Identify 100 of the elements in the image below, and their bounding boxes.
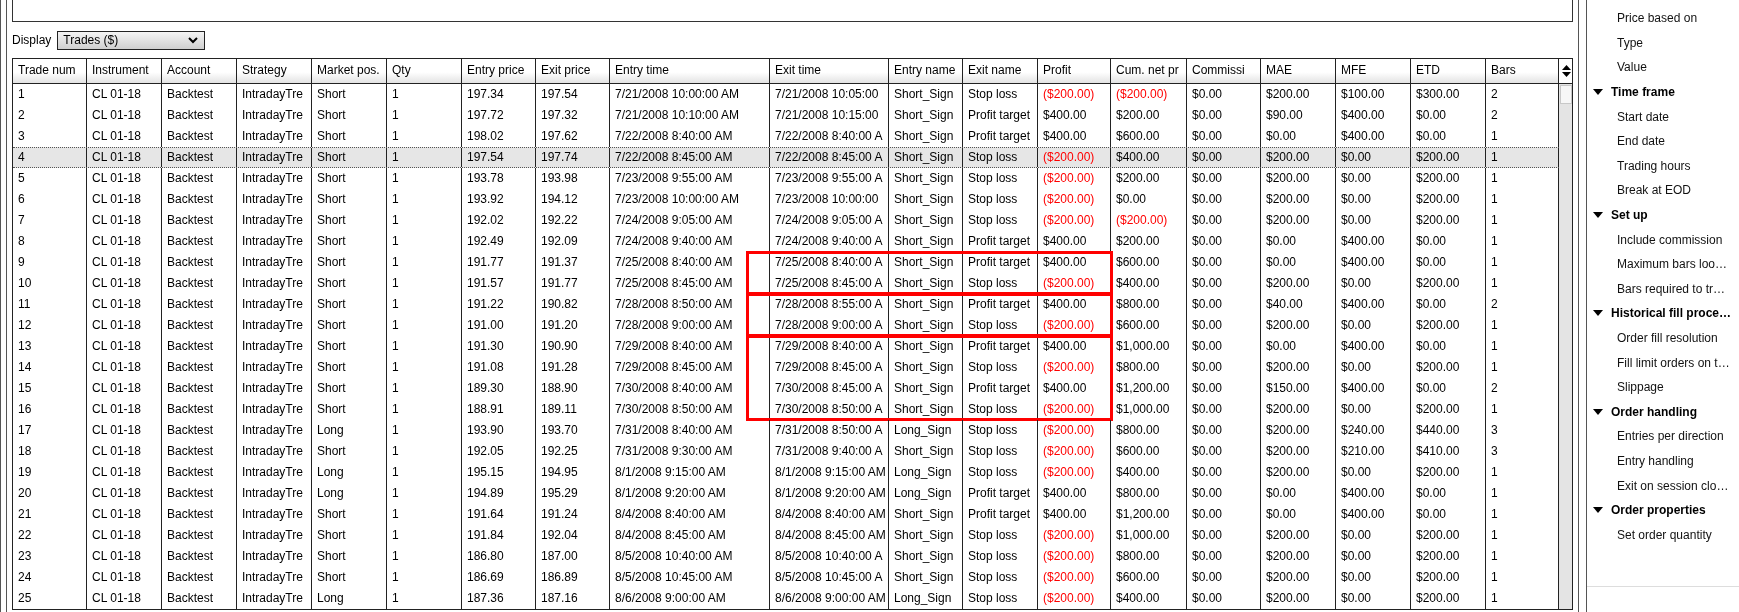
property-name[interactable]: Break at EOD <box>1617 183 1692 198</box>
table-row[interactable]: 10 CL 01-18 Backtest IntradayTre Short 1 191.57 191.77 7/25/2008 8:45:00 AM 7/25/2008 8:45:00 A Short_Sign Stop loss ($200.00) $400.00 $0.00 $200.00 $0.00 $200.00 1 <box>13 273 1559 294</box>
column-header[interactable]: Account <box>162 59 237 83</box>
column-header[interactable]: Market pos. <box>312 59 387 83</box>
table-cell: $0.00 <box>1411 504 1486 525</box>
table-cell: 7/23/2008 10:00:00 <box>770 189 889 210</box>
table-row[interactable]: 16 CL 01-18 Backtest IntradayTre Short 1 188.91 189.11 7/30/2008 8:50:00 AM 7/30/2008 8:50:00 A Short_Sign Stop loss ($200.00) $1,000.00 $0.00 $200.00 $0.00 $200.00 1 <box>13 399 1559 420</box>
table-cell: CL 01-18 <box>87 148 162 167</box>
category-name[interactable]: Time frame <box>1611 85 1675 100</box>
table-cell: 187.36 <box>462 588 536 609</box>
table-row[interactable]: 15 CL 01-18 Backtest IntradayTre Short 1 189.30 188.90 7/30/2008 8:40:00 AM 7/30/2008 8:45:00 A Short_Sign Profit target $400.00 $1,200.00 $0.00 $150.00 $400.00 $0.00 2 <box>13 378 1559 399</box>
expand-triangle-icon[interactable] <box>1593 507 1603 514</box>
table-row[interactable]: 20 CL 01-18 Backtest IntradayTre Long 1 194.89 195.29 8/1/2008 9:20:00 AM 8/1/2008 9:20:00 AM Long_Sign Profit target $400.00 $800.00 $0.00 $0.00 $400.00 $0.00 1 <box>13 483 1559 504</box>
expand-triangle-icon[interactable] <box>1593 310 1603 317</box>
table-cell: IntradayTre <box>237 441 312 462</box>
property-name[interactable]: Value <box>1617 60 1647 75</box>
table-row[interactable]: 11 CL 01-18 Backtest IntradayTre Short 1 191.22 190.82 7/28/2008 8:50:00 AM 7/28/2008 8:55:00 A Short_Sign Profit target $400.00 $800.00 $0.00 $40.00 $400.00 $0.00 2 <box>13 294 1559 315</box>
column-header[interactable]: Strategy <box>237 59 312 83</box>
expand-triangle-icon[interactable] <box>1593 408 1603 415</box>
table-row[interactable]: 24 CL 01-18 Backtest IntradayTre Short 1 186.69 186.89 8/5/2008 10:45:00 AM 8/5/2008 10:45:00 A Short_Sign Stop loss ($200.00) $600.00 $0.00 $200.00 $0.00 $200.00 1 <box>13 567 1559 588</box>
column-header[interactable]: MAE <box>1261 59 1336 83</box>
column-header[interactable]: Exit price <box>536 59 610 83</box>
property-name[interactable]: End date <box>1617 134 1666 149</box>
table-row[interactable]: 1 CL 01-18 Backtest IntradayTre Short 1 197.34 197.54 7/21/2008 10:00:00 AM 7/21/2008 10:05:00 Short_Sign Stop loss ($200.00) ($200.00) $0.00 $200.00 $100.00 $300.00 2 <box>13 84 1559 105</box>
table-cell: $400.00 <box>1336 483 1411 504</box>
property-name[interactable]: Price based on <box>1617 11 1698 26</box>
property-name[interactable]: Set order quantity <box>1617 527 1712 542</box>
table-cell: $800.00 <box>1111 420 1187 441</box>
table-row[interactable]: 12 CL 01-18 Backtest IntradayTre Short 1 191.00 191.20 7/28/2008 9:00:00 AM 7/28/2008 9:00:00 A Short_Sign Stop loss ($200.00) $600.00 $0.00 $200.00 $0.00 $200.00 1 <box>13 315 1559 336</box>
table-row[interactable]: 22 CL 01-18 Backtest IntradayTre Short 1 191.84 192.04 8/4/2008 8:45:00 AM 8/4/2008 8:45:00 AM Short_Sign Stop loss ($200.00) $1,000.00 $0.00 $200.00 $0.00 $200.00 1 <box>13 525 1559 546</box>
table-row[interactable]: 21 CL 01-18 Backtest IntradayTre Short 1 191.64 191.24 8/4/2008 8:40:00 AM 8/4/2008 8:40:00 AM Short_Sign Profit target $400.00 $1,200.00 $0.00 $0.00 $400.00 $0.00 1 <box>13 504 1559 525</box>
table-cell: 8/1/2008 9:20:00 AM <box>770 483 889 504</box>
scroll-down-icon[interactable] <box>1561 72 1571 77</box>
expand-triangle-icon[interactable] <box>1593 89 1603 96</box>
property-name[interactable]: Order fill resolution <box>1617 331 1718 345</box>
table-cell: Short_Sign <box>889 504 963 525</box>
column-header[interactable]: Exit time <box>770 59 889 83</box>
scroll-up-icon[interactable] <box>1561 65 1571 70</box>
column-header[interactable]: Entry name <box>889 59 963 83</box>
table-row[interactable]: 23 CL 01-18 Backtest IntradayTre Short 1 186.80 187.00 8/5/2008 10:40:00 AM 8/5/2008 10:40:00 A Short_Sign Stop loss ($200.00) $800.00 $0.00 $200.00 $0.00 $200.00 1 <box>13 546 1559 567</box>
column-header[interactable]: MFE <box>1336 59 1411 83</box>
table-row[interactable]: 8 CL 01-18 Backtest IntradayTre Short 1 192.49 192.09 7/24/2008 9:40:00 AM 7/24/2008 9:40:00 A Short_Sign Profit target $400.00 $200.00 $0.00 $0.00 $400.00 $0.00 1 <box>13 231 1559 252</box>
column-header[interactable]: Qty <box>387 59 462 83</box>
table-row[interactable]: 9 CL 01-18 Backtest IntradayTre Short 1 191.77 191.37 7/25/2008 8:40:00 AM 7/25/2008 8:40:00 A Short_Sign Profit target $400.00 $600.00 $0.00 $0.00 $400.00 $0.00 1 <box>13 252 1559 273</box>
category-name[interactable]: Set up <box>1611 208 1648 223</box>
text-area[interactable] <box>12 0 1573 22</box>
property-name[interactable]: Fill limit orders on t… <box>1617 355 1730 370</box>
table-row[interactable]: 14 CL 01-18 Backtest IntradayTre Short 1 191.08 191.28 7/29/2008 8:45:00 AM 7/29/2008 8:45:00 A Short_Sign Stop loss ($200.00) $800.00 $0.00 $200.00 $0.00 $200.00 1 <box>13 357 1559 378</box>
table-row[interactable]: 7 CL 01-18 Backtest IntradayTre Short 1 192.02 192.22 7/24/2008 9:05:00 AM 7/24/2008 9:05:00 A Short_Sign Stop loss ($200.00) ($200.00) $0.00 $200.00 $0.00 $200.00 1 <box>13 210 1559 231</box>
table-cell: $0.00 <box>1187 504 1261 525</box>
table-row[interactable]: 17 CL 01-18 Backtest IntradayTre Long 1 193.90 193.70 7/31/2008 8:40:00 AM 7/31/2008 8:50:00 A Long_Sign Stop loss ($200.00) $800.00 $0.00 $200.00 $240.00 $440.00 3 <box>13 420 1559 441</box>
category-name[interactable]: Order properties <box>1611 503 1706 518</box>
table-cell: Stop loss <box>963 462 1038 483</box>
column-header[interactable]: ETD <box>1411 59 1486 83</box>
table-cell: 5 <box>13 168 87 189</box>
table-row[interactable]: 5 CL 01-18 Backtest IntradayTre Short 1 193.78 193.98 7/23/2008 9:55:00 AM 7/23/2008 9:55:00 A Short_Sign Stop loss ($200.00) $200.00 $0.00 $200.00 $0.00 $200.00 1 <box>13 168 1559 189</box>
table-cell: 7/29/2008 8:45:00 A <box>770 357 889 378</box>
table-cell: 19 <box>13 462 87 483</box>
column-header[interactable]: Bars <box>1486 59 1559 83</box>
table-row[interactable]: 18 CL 01-18 Backtest IntradayTre Short 1 192.05 192.25 7/31/2008 9:30:00 AM 7/31/2008 9:40:00 A Short_Sign Stop loss ($200.00) $600.00 $0.00 $200.00 $210.00 $410.00 3 <box>13 441 1559 462</box>
column-header[interactable]: Cum. net pr <box>1111 59 1187 83</box>
column-header[interactable]: Commissi <box>1187 59 1261 83</box>
property-name[interactable]: Bars required to tr… <box>1617 281 1726 296</box>
table-cell: $0.00 <box>1336 357 1411 378</box>
display-dropdown[interactable]: Trades ($) <box>57 30 206 50</box>
table-cell: Profit target <box>963 504 1038 525</box>
table-cell: Stop loss <box>963 315 1038 336</box>
property-name[interactable]: Slippage <box>1617 380 1664 395</box>
property-name[interactable]: Trading hours <box>1617 158 1691 173</box>
table-cell: $200.00 <box>1411 546 1486 567</box>
column-header[interactable]: Profit <box>1038 59 1111 83</box>
scrollbar[interactable] <box>1559 84 1572 609</box>
table-cell: IntradayTre <box>237 168 312 189</box>
property-name[interactable]: Include commission <box>1617 232 1723 247</box>
table-row[interactable]: 13 CL 01-18 Backtest IntradayTre Short 1 191.30 190.90 7/29/2008 8:40:00 AM 7/29/2008 8:40:00 A Short_Sign Profit target $400.00 $1,000.00 $0.00 $0.00 $400.00 $0.00 1 <box>13 336 1559 357</box>
table-cell: Short_Sign <box>889 252 963 273</box>
table-cell: 188.90 <box>536 378 610 399</box>
table-row[interactable]: 4 CL 01-18 Backtest IntradayTre Short 1 197.54 197.74 7/22/2008 8:45:00 AM 7/22/2008 8:45:00 A Short_Sign Stop loss ($200.00) $400.00 $0.00 $200.00 $0.00 $200.00 1 <box>13 147 1559 168</box>
table-row[interactable]: 2 CL 01-18 Backtest IntradayTre Short 1 197.72 197.32 7/21/2008 10:10:00 AM 7/21/2008 10:15:00 Short_Sign Profit target $400.00 $200.00 $0.00 $90.00 $400.00 $0.00 2 <box>13 105 1559 126</box>
category-name[interactable]: Historical fill proce… <box>1611 306 1732 321</box>
property-name[interactable]: Maximum bars loo… <box>1617 257 1728 272</box>
property-name[interactable]: Start date <box>1617 109 1670 124</box>
table-cell: $0.00 <box>1187 252 1261 273</box>
table-row[interactable]: 25 CL 01-18 Backtest IntradayTre Long 1 187.36 187.16 8/6/2008 9:00:00 AM 8/6/2008 9:00:00 AM Long_Sign Stop loss ($200.00) $400.00 $0.00 $200.00 $0.00 $200.00 1 <box>13 588 1559 609</box>
table-row[interactable]: 6 CL 01-18 Backtest IntradayTre Short 1 193.92 194.12 7/23/2008 10:00:00 AM 7/23/2008 10:00:00 Short_Sign Stop loss ($200.00) $0.00 $0.00 $200.00 $0.00 $200.00 1 <box>13 189 1559 210</box>
column-header[interactable]: Exit name <box>963 59 1038 83</box>
column-header[interactable]: Trade num <box>13 59 87 83</box>
property-name[interactable]: Exit on session clo… <box>1617 478 1729 493</box>
column-header[interactable]: Instrument <box>87 59 162 83</box>
table-cell: IntradayTre <box>237 273 312 294</box>
column-header[interactable]: Entry price <box>462 59 536 83</box>
table-cell: 191.28 <box>536 357 610 378</box>
column-header[interactable]: Entry time <box>610 59 770 83</box>
expand-triangle-icon[interactable] <box>1593 212 1603 219</box>
property-name[interactable]: Entry handling <box>1617 454 1694 468</box>
table-cell: $0.00 <box>1261 504 1336 525</box>
property-name[interactable]: Type <box>1617 35 1643 50</box>
table-row[interactable]: 19 CL 01-18 Backtest IntradayTre Long 1 195.15 194.95 8/1/2008 9:15:00 AM 8/1/2008 9:15:00 AM Long_Sign Stop loss ($200.00) $400.00 $0.00 $200.00 $0.00 $200.00 1 <box>13 462 1559 483</box>
property-name[interactable]: Entries per direction <box>1617 429 1724 444</box>
category-name[interactable]: Order handling <box>1611 404 1697 419</box>
